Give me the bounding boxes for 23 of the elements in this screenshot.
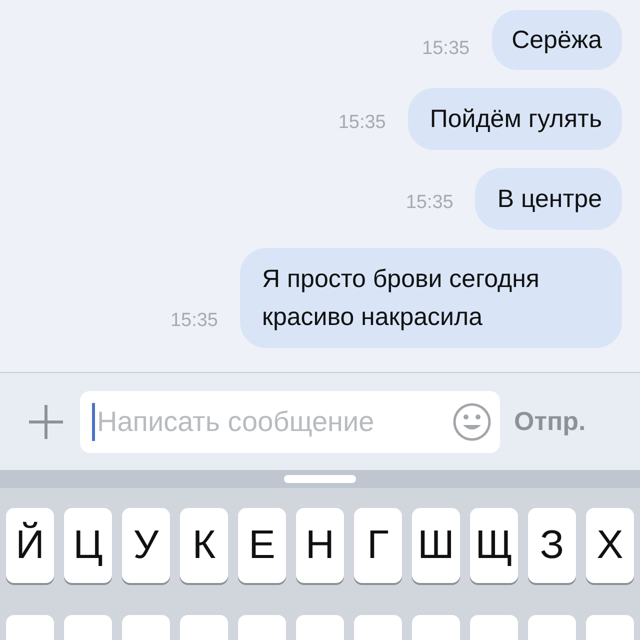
keyboard-key[interactable]: Ш [412,508,460,583]
keyboard-key[interactable]: Г [354,508,402,583]
message-bubble: В центре [475,168,622,230]
keyboard-key[interactable]: Е [238,508,286,583]
drag-handle[interactable] [284,475,356,483]
smiley-icon[interactable] [452,402,492,442]
message-time: 15:35 [406,192,454,215]
keyboard-key[interactable]: К [180,508,228,583]
keyboard-key[interactable]: Й [6,508,54,583]
message-bubble: Серёжа [492,10,622,70]
message-time: 15:35 [422,38,470,61]
message-time: 15:35 [170,310,218,333]
keyboard-key[interactable]: Н [296,508,344,583]
keyboard-key[interactable]: З [528,508,576,583]
keyboard-key[interactable]: Ц [64,508,112,583]
message-field[interactable]: Написать сообщение [80,390,500,452]
message-input-field[interactable]: Написать сообщение [97,406,450,438]
keyboard-key[interactable]: У [122,508,170,583]
keyboard-key[interactable]: Х [586,508,634,583]
keyboard-key[interactable]: Щ [470,508,518,583]
message-time: 15:35 [338,112,386,135]
message-bubble: Я просто брови сегодня красиво накрасила [240,248,622,348]
message-bubble: Пойдём гулять [408,88,622,150]
